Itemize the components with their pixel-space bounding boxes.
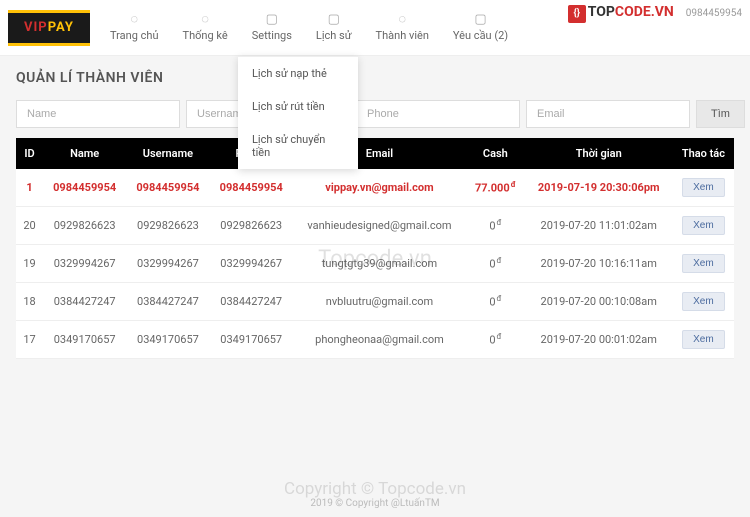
cell-name: 0329994267 bbox=[43, 245, 126, 283]
cell-username: 0984459954 bbox=[126, 169, 209, 207]
loading-icon: ◌ bbox=[398, 13, 406, 26]
cell-name: 0984459954 bbox=[43, 169, 126, 207]
col-username: Username bbox=[126, 138, 209, 169]
view-button[interactable]: Xem bbox=[682, 254, 725, 273]
cell-email: vippay.vn@gmail.com bbox=[293, 169, 466, 207]
filter-email[interactable] bbox=[526, 100, 690, 128]
cell-email: tungtgtg39@gmail.com bbox=[293, 245, 466, 283]
cell-action: Xem bbox=[673, 207, 734, 245]
cell-cash: 0đ bbox=[466, 207, 525, 245]
cell-cash: 0đ bbox=[466, 321, 525, 359]
header: VIPPAY ◌Trang chủ ◌Thống kê ▢Settings ▢L… bbox=[0, 0, 750, 56]
nav-settings[interactable]: ▢Settings bbox=[240, 7, 304, 48]
footer: 2019 © Copyright @LtuấnTM bbox=[0, 498, 750, 509]
loading-icon: ◌ bbox=[130, 13, 138, 26]
cell-time: 2019-07-20 10:16:11am bbox=[525, 245, 673, 283]
table-row: 17034917065703491706570349170657phongheo… bbox=[16, 321, 734, 359]
placeholder-icon: ▢ bbox=[266, 13, 278, 26]
loading-icon: ◌ bbox=[201, 13, 209, 26]
table-row: 20092982662309298266230929826623vanhieud… bbox=[16, 207, 734, 245]
history-dropdown: Lịch sử nạp thẻ Lịch sử rút tiền Lịch sử… bbox=[238, 56, 358, 169]
user-phone[interactable]: 0984459954 bbox=[686, 8, 742, 19]
cell-phone: 0929826623 bbox=[210, 207, 293, 245]
code-icon: {} bbox=[568, 5, 586, 23]
cell-username: 0929826623 bbox=[126, 207, 209, 245]
cell-action: Xem bbox=[673, 169, 734, 207]
cell-action: Xem bbox=[673, 283, 734, 321]
table-row: 19032999426703299942670329994267tungtgtg… bbox=[16, 245, 734, 283]
nav-home[interactable]: ◌Trang chủ bbox=[98, 7, 171, 48]
content: QUẢN LÍ THÀNH VIÊN Tìm ID Name Username … bbox=[0, 56, 750, 373]
cell-username: 0349170657 bbox=[126, 321, 209, 359]
cell-time: 2019-07-20 00:01:02am bbox=[525, 321, 673, 359]
cell-cash: 0đ bbox=[466, 245, 525, 283]
filters: Tìm bbox=[16, 100, 734, 128]
view-button[interactable]: Xem bbox=[682, 292, 725, 311]
table-row: 18038442724703844272470384427247nvbluutr… bbox=[16, 283, 734, 321]
cell-id: 18 bbox=[16, 283, 43, 321]
cell-name: 0384427247 bbox=[43, 283, 126, 321]
cell-id: 1 bbox=[16, 169, 43, 207]
cell-email: phongheonaa@gmail.com bbox=[293, 321, 466, 359]
cell-username: 0384427247 bbox=[126, 283, 209, 321]
dropdown-item-transfer[interactable]: Lịch sử chuyển tiền bbox=[238, 123, 358, 169]
table-row: 1098445995409844599540984459954vippay.vn… bbox=[16, 169, 734, 207]
cell-id: 19 bbox=[16, 245, 43, 283]
nav: ◌Trang chủ ◌Thống kê ▢Settings ▢Lịch sử … bbox=[98, 7, 520, 48]
cell-email: nvbluutru@gmail.com bbox=[293, 283, 466, 321]
placeholder-icon: ▢ bbox=[474, 13, 486, 26]
top-right: {}TOPCODE.VN 0984459954 bbox=[568, 4, 742, 23]
cell-time: 2019-07-20 11:01:02am bbox=[525, 207, 673, 245]
members-table: ID Name Username Phone Email Cash Thời g… bbox=[16, 138, 734, 359]
cell-id: 20 bbox=[16, 207, 43, 245]
cell-email: vanhieudesigned@gmail.com bbox=[293, 207, 466, 245]
col-id: ID bbox=[16, 138, 43, 169]
cell-time: 2019-07-19 20:30:06pm bbox=[525, 169, 673, 207]
dropdown-item-withdraw[interactable]: Lịch sử rút tiền bbox=[238, 90, 358, 123]
col-action: Thao tác bbox=[673, 138, 734, 169]
cell-name: 0929826623 bbox=[43, 207, 126, 245]
filter-name[interactable] bbox=[16, 100, 180, 128]
cell-cash: 77.000đ bbox=[466, 169, 525, 207]
cell-action: Xem bbox=[673, 245, 734, 283]
cell-id: 17 bbox=[16, 321, 43, 359]
col-name: Name bbox=[43, 138, 126, 169]
cell-phone: 0329994267 bbox=[210, 245, 293, 283]
cell-time: 2019-07-20 00:10:08am bbox=[525, 283, 673, 321]
cell-username: 0329994267 bbox=[126, 245, 209, 283]
placeholder-icon: ▢ bbox=[328, 13, 340, 26]
cell-phone: 0349170657 bbox=[210, 321, 293, 359]
col-time: Thời gian bbox=[525, 138, 673, 169]
cell-cash: 0đ bbox=[466, 283, 525, 321]
cell-action: Xem bbox=[673, 321, 734, 359]
watermark-copyright: Copyright © Topcode.vn bbox=[284, 479, 466, 499]
view-button[interactable]: Xem bbox=[682, 216, 725, 235]
filter-phone[interactable] bbox=[356, 100, 520, 128]
nav-requests[interactable]: ▢Yêu cầu (2) bbox=[441, 7, 520, 48]
dropdown-item-deposit[interactable]: Lịch sử nạp thẻ bbox=[238, 57, 358, 90]
view-button[interactable]: Xem bbox=[682, 178, 725, 197]
search-button[interactable]: Tìm bbox=[696, 100, 745, 128]
col-cash: Cash bbox=[466, 138, 525, 169]
view-button[interactable]: Xem bbox=[682, 330, 725, 349]
nav-stats[interactable]: ◌Thống kê bbox=[171, 7, 240, 48]
brand-topcode: {}TOPCODE.VN bbox=[568, 4, 674, 23]
cell-name: 0349170657 bbox=[43, 321, 126, 359]
cell-phone: 0984459954 bbox=[210, 169, 293, 207]
logo[interactable]: VIPPAY bbox=[8, 10, 90, 46]
page-title: QUẢN LÍ THÀNH VIÊN bbox=[16, 70, 734, 86]
cell-phone: 0384427247 bbox=[210, 283, 293, 321]
nav-members[interactable]: ◌Thành viên bbox=[364, 7, 441, 48]
nav-history[interactable]: ▢Lịch sử bbox=[304, 7, 364, 48]
